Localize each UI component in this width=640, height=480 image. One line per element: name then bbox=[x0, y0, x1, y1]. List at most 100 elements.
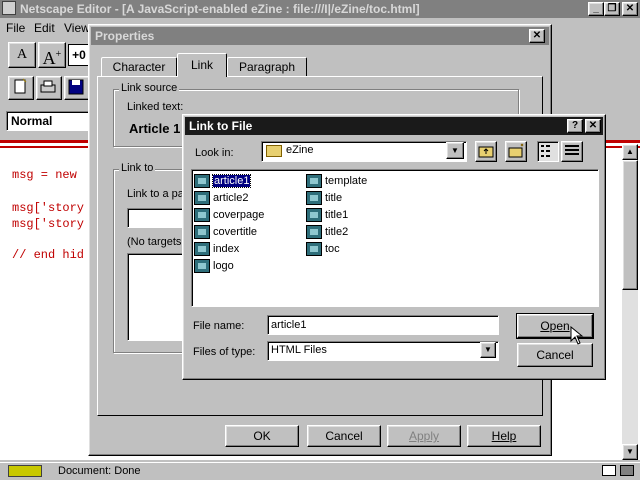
file-name: toc bbox=[325, 242, 340, 255]
scroll-thumb[interactable] bbox=[622, 160, 638, 290]
file-type-value: HTML Files bbox=[271, 344, 327, 356]
look-in-label: Look in: bbox=[195, 147, 234, 159]
look-in-select[interactable]: eZine ▼ bbox=[261, 141, 467, 162]
code-line: msg = new bbox=[12, 168, 77, 182]
properties-close-button[interactable]: ✕ bbox=[529, 29, 545, 43]
list-item[interactable]: title2 bbox=[306, 223, 406, 240]
print-icon bbox=[40, 80, 56, 93]
decrease-font-button[interactable]: A bbox=[8, 42, 36, 68]
list-item[interactable]: article2 bbox=[194, 189, 294, 206]
html-file-icon bbox=[194, 258, 210, 273]
menu-file[interactable]: File bbox=[6, 21, 25, 35]
file-dialog-cancel-button[interactable]: Cancel bbox=[517, 343, 593, 367]
details-view-icon bbox=[565, 145, 579, 155]
restore-button[interactable]: ❐ bbox=[604, 2, 620, 16]
list-item[interactable]: title bbox=[306, 189, 406, 206]
list-item[interactable]: logo bbox=[194, 257, 294, 274]
file-name: covertitle bbox=[213, 225, 258, 238]
save-icon bbox=[68, 79, 84, 95]
status-bar: Document: Done bbox=[0, 462, 640, 480]
link-to-label: Link to bbox=[119, 162, 156, 174]
list-item[interactable]: covertitle bbox=[194, 223, 294, 240]
html-file-icon bbox=[306, 224, 322, 239]
no-targets-label: (No targets bbox=[127, 236, 182, 248]
ok-button[interactable]: OK bbox=[225, 425, 299, 447]
list-item[interactable]: title1 bbox=[306, 206, 406, 223]
menu-edit[interactable]: Edit bbox=[34, 21, 55, 35]
details-view-button[interactable] bbox=[561, 141, 583, 162]
cancel-button[interactable]: Cancel bbox=[307, 425, 381, 447]
list-item[interactable]: toc bbox=[306, 240, 406, 257]
html-file-icon bbox=[194, 207, 210, 222]
mail-icon[interactable] bbox=[602, 465, 616, 476]
look-in-dropdown-arrow[interactable]: ▼ bbox=[446, 142, 464, 159]
code-line: msg['story bbox=[12, 201, 85, 215]
file-type-label: Files of type: bbox=[193, 346, 256, 358]
mouse-cursor-icon bbox=[570, 326, 584, 345]
properties-titlebar: Properties bbox=[91, 27, 549, 45]
list-item[interactable]: template bbox=[306, 172, 406, 189]
targets-list[interactable] bbox=[127, 253, 187, 341]
file-name: title2 bbox=[325, 225, 349, 238]
vertical-scrollbar[interactable]: ▲ ▼ bbox=[622, 144, 638, 460]
file-name-input[interactable]: article1 bbox=[267, 315, 499, 335]
file-type-select[interactable]: HTML Files ▼ bbox=[267, 341, 499, 361]
file-name-label: File name: bbox=[193, 320, 245, 332]
app-icon bbox=[2, 1, 16, 15]
apply-button[interactable]: Apply bbox=[387, 425, 461, 447]
look-in-value: eZine bbox=[286, 144, 314, 156]
tab-paragraph[interactable]: Paragraph bbox=[227, 57, 307, 77]
list-item[interactable]: article1 bbox=[194, 172, 294, 189]
save-button[interactable] bbox=[64, 76, 90, 100]
help-button[interactable]: Help bbox=[467, 425, 541, 447]
link-source-label: Link source bbox=[119, 82, 180, 94]
file-list-column-2: template title title1 title2 toc bbox=[306, 172, 406, 257]
file-name: title bbox=[325, 191, 343, 204]
file-list[interactable]: article1 article2 coverpage covertitle i… bbox=[191, 169, 599, 307]
up-folder-button[interactable] bbox=[475, 141, 497, 162]
status-text: Document: Done bbox=[58, 465, 141, 477]
html-file-icon bbox=[194, 173, 210, 188]
file-dialog-titlebar: Link to File bbox=[185, 117, 603, 135]
new-document-button[interactable] bbox=[8, 76, 34, 100]
tab-character[interactable]: Character bbox=[101, 57, 177, 77]
list-view-icon bbox=[541, 145, 550, 157]
linked-text-label: Linked text: bbox=[127, 101, 184, 113]
help-question-button[interactable]: ? bbox=[567, 119, 583, 133]
style-select[interactable]: Normal bbox=[6, 111, 92, 131]
list-item[interactable]: index bbox=[194, 240, 294, 257]
menu-bar: File Edit View bbox=[0, 19, 100, 37]
component-icon[interactable] bbox=[620, 465, 634, 476]
file-name: logo bbox=[213, 259, 234, 272]
html-file-icon bbox=[306, 190, 322, 205]
list-item[interactable]: coverpage bbox=[194, 206, 294, 223]
file-name: index bbox=[213, 242, 240, 255]
print-button[interactable] bbox=[36, 76, 62, 100]
scroll-down-button[interactable]: ▼ bbox=[622, 444, 638, 460]
html-file-icon bbox=[194, 224, 210, 239]
main-titlebar: Netscape Editor - [A JavaScript-enabled … bbox=[0, 0, 640, 18]
html-file-icon bbox=[194, 241, 210, 256]
file-type-dropdown-arrow[interactable]: ▼ bbox=[480, 342, 496, 358]
properties-title: Properties bbox=[95, 29, 155, 43]
code-line: // end hid bbox=[12, 248, 85, 262]
main-title-text: Netscape Editor - [A JavaScript-enabled … bbox=[20, 2, 420, 16]
file-dialog-close-button[interactable]: ✕ bbox=[585, 119, 601, 133]
html-file-icon bbox=[194, 190, 210, 205]
minimize-button[interactable]: _ bbox=[588, 2, 604, 16]
file-name: template bbox=[325, 174, 368, 187]
tab-link[interactable]: Link bbox=[177, 53, 227, 77]
security-icon bbox=[8, 465, 42, 477]
increase-font-button[interactable]: A+ bbox=[38, 42, 66, 68]
new-folder-button[interactable] bbox=[505, 141, 527, 162]
file-name: article2 bbox=[213, 191, 249, 204]
scroll-up-button[interactable]: ▲ bbox=[622, 144, 638, 160]
file-name: article1 bbox=[211, 173, 252, 188]
file-list-column-1: article1 article2 coverpage covertitle i… bbox=[194, 172, 294, 274]
menu-view[interactable]: View bbox=[64, 21, 90, 35]
link-to-page-input[interactable] bbox=[127, 208, 187, 228]
close-button[interactable]: ✕ bbox=[622, 2, 638, 16]
list-view-button[interactable] bbox=[537, 141, 559, 162]
folder-icon bbox=[266, 145, 282, 157]
font-size-field[interactable]: +0 bbox=[68, 44, 90, 66]
